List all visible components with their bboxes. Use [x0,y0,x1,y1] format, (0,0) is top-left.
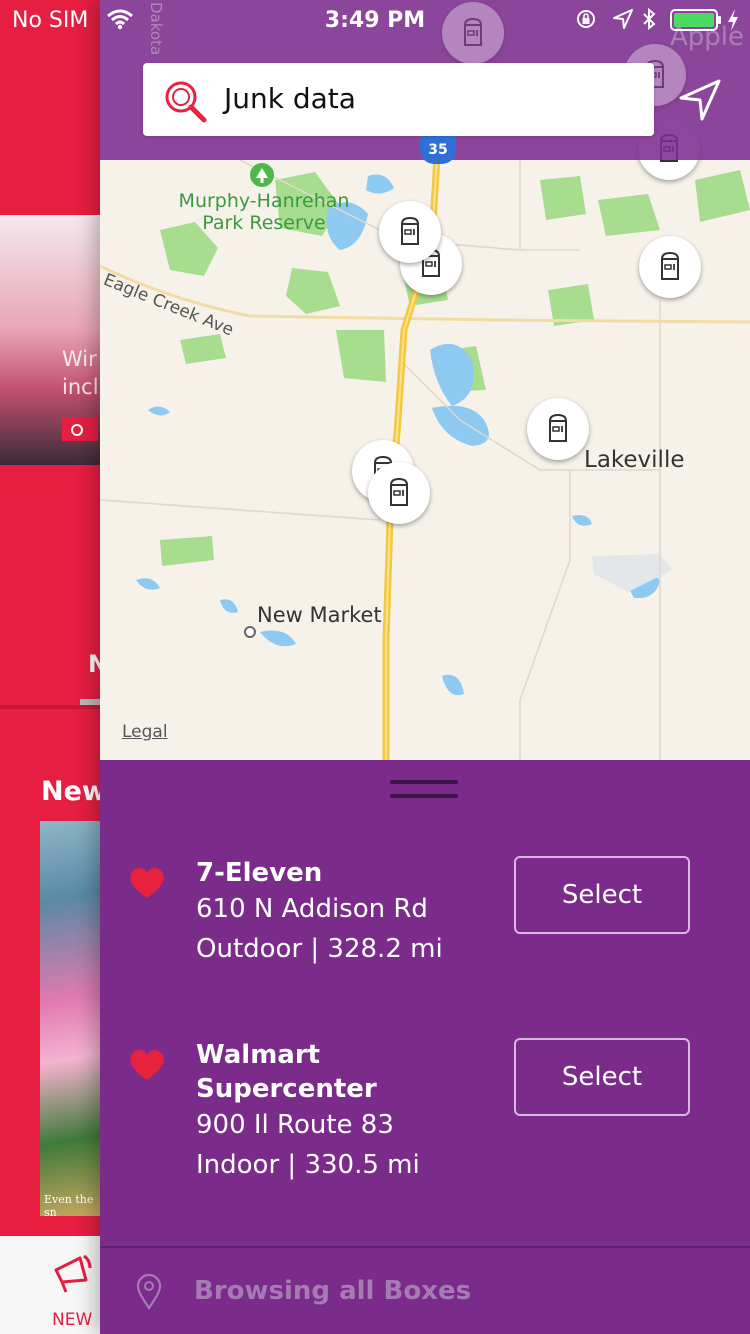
status-time: 3:49 PM [324,8,426,33]
browse-footer[interactable]: Browsing all Boxes [100,1246,750,1334]
map-pin[interactable] [379,201,441,263]
city-dot [244,626,256,638]
background-poster-caption: Even the sn [44,1193,94,1219]
road-minor [519,470,571,760]
lake [260,630,296,647]
item-name: Walmart Supercenter [196,1040,377,1104]
background-section-title: New [41,776,100,807]
lake [366,174,394,194]
park-area [286,268,340,314]
background-poster-image [40,821,100,1216]
lake [220,599,238,613]
lake [148,406,170,416]
background-hero-button [62,417,98,441]
park-area [598,194,660,236]
background-divider [0,705,100,709]
map-label-city-new-market: New Market [257,603,382,627]
map-label-city-lakeville: Lakeville [584,447,685,473]
select-button[interactable]: Select [514,856,690,934]
lake [442,674,464,696]
item-name: 7-Eleven [196,858,323,888]
item-detail: Outdoor | 328.2 mi [196,934,443,964]
map-pin[interactable] [639,236,701,298]
charging-icon [728,9,738,31]
item-address: 900 Il Route 83 [196,1110,394,1140]
lake [432,405,489,446]
current-location-icon[interactable] [678,78,722,122]
status-bar: No SIM 3:49 PM [0,0,750,40]
park-area [180,334,226,364]
park-area [336,330,386,382]
heart-icon[interactable] [128,866,166,900]
highway-shield-label: 35 [428,142,448,158]
megaphone-icon [54,1254,92,1293]
lake [572,515,592,526]
background-app: Wir incl N New Even the sn NEW [0,0,100,1334]
battery-fill [674,13,714,27]
background-section [0,465,100,705]
select-button-label: Select [561,880,643,910]
map-pin[interactable] [368,462,430,524]
browse-status-text: Browsing all Boxes [194,1276,472,1306]
drag-handle[interactable] [390,780,458,800]
select-button-label: Select [561,1062,643,1092]
search-bar[interactable]: Junk data [143,63,654,136]
background-section-initial: N [88,650,100,678]
location-services-icon [613,9,633,29]
map-view[interactable]: Murphy-Hanrehan Park Reserve Eagle Creek… [100,0,750,760]
map-panel: Murphy-Hanrehan Park Reserve Eagle Creek… [100,0,750,1334]
map-legal-link[interactable]: Legal [122,722,168,742]
road-minor [100,499,381,521]
highway-shield: 35 [420,134,456,164]
select-button[interactable]: Select [514,1038,690,1116]
item-detail: Indoor | 330.5 mi [196,1150,420,1180]
item-address: 610 N Addison Rd [196,894,428,924]
results-sheet: 7-Eleven 610 N Addison Rd Outdoor | 328.… [100,760,750,1334]
map-label-park: Murphy-Hanrehan Park Reserve [178,190,350,234]
map-pin[interactable] [527,398,589,460]
heart-icon[interactable] [128,1048,166,1082]
lake [136,578,160,590]
location-pin-icon [136,1274,162,1310]
battery-icon [670,9,721,31]
background-hero-text: Wir incl [62,347,99,399]
park-area [540,176,586,220]
search-icon [165,81,207,123]
park-area [160,536,214,566]
bluetooth-icon [643,7,656,31]
park-area [695,170,750,222]
search-input[interactable]: Junk data [224,82,356,115]
rotation-lock-icon [577,10,595,28]
tab-new-label: NEW [52,1310,93,1330]
